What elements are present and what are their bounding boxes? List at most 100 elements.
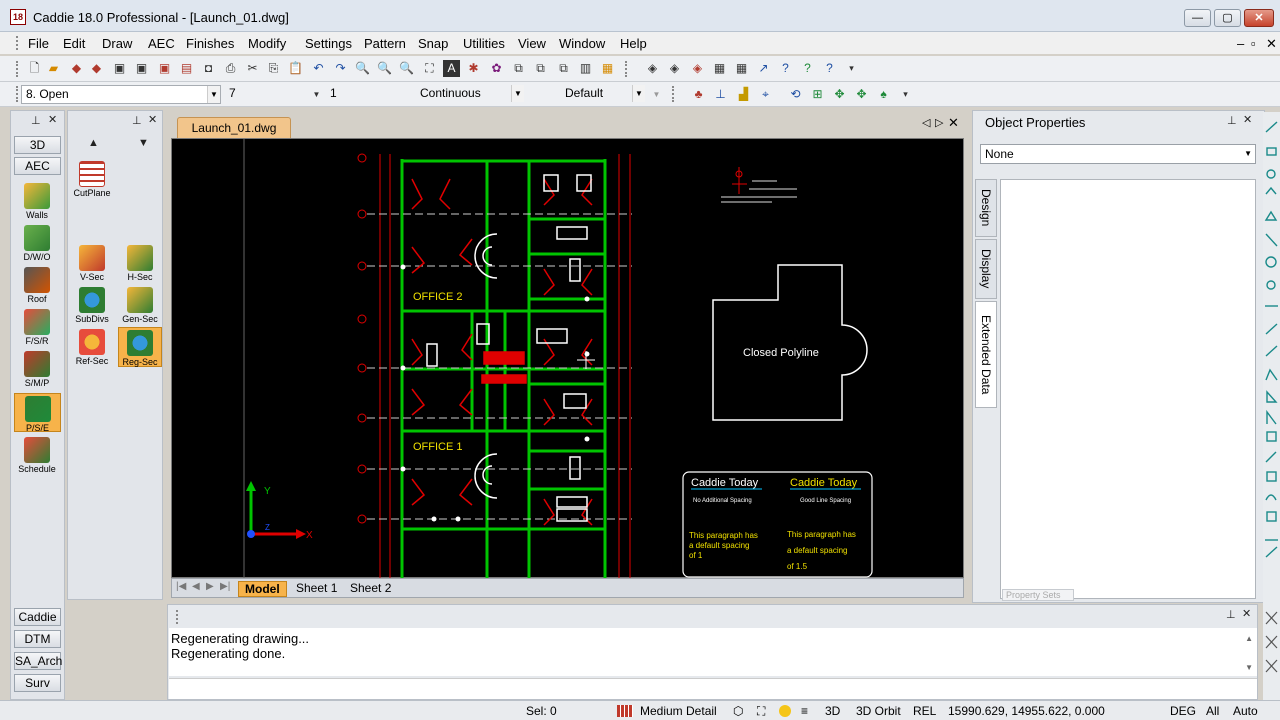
close-icon[interactable]: ✕ [148,113,157,126]
print-preview-icon[interactable]: ◘ [200,60,217,77]
style-select[interactable]: Default ▼ [561,85,645,104]
command-input[interactable] [169,678,1257,699]
tab-sheet-2[interactable]: Sheet 2 [344,581,397,597]
zoom-extents-icon[interactable]: ⛶ [421,60,438,77]
pan-icon[interactable]: ✥ [831,86,848,103]
tab-caddie[interactable]: Caddie [14,608,61,626]
close-icon[interactable]: ✕ [1243,113,1252,126]
selection-select[interactable]: None ▼ [980,144,1256,164]
menu-snap[interactable]: Snap [418,36,448,51]
tool-gen-sec[interactable]: Gen-Sec [120,287,160,324]
tab-sa-arch[interactable]: SA_Arch [14,652,62,670]
layer-manager-icon[interactable]: ✿ [488,60,505,77]
menu-view[interactable]: View [518,36,546,51]
tool-dwo[interactable]: D/W/O [17,225,57,262]
tree-icon[interactable]: ♠ [875,86,892,103]
linetype-select[interactable]: Continuous ▼ [416,85,524,104]
layer-off-icon[interactable]: ✱ [465,60,482,77]
sheet-last-icon[interactable]: ▶| [220,581,230,592]
detail-level-button[interactable]: Medium Detail [640,704,717,718]
tool-ref-sec[interactable]: Ref-Sec [72,329,112,366]
drawing-canvas[interactable]: OFFICE 2 OFFICE 1 Closed Polyline Caddie… [171,138,964,579]
layer-filter-button[interactable]: All [1206,704,1219,718]
redo-icon[interactable]: ↷ [332,60,349,77]
chevron-down-icon[interactable]: ▼ [511,85,524,102]
toolbar-overflow-icon[interactable]: ▾ [897,86,914,103]
tab-scroll-left-icon[interactable]: ◁ [922,116,930,129]
tool-reg-sec[interactable]: Reg-Sec [118,327,162,367]
menu-modify[interactable]: Modify [248,36,286,51]
save-icon[interactable]: ▣ [111,60,128,77]
menu-pattern[interactable]: Pattern [364,36,406,51]
toolbar-grip[interactable] [16,61,19,77]
document-close-icon[interactable]: ✕ [948,115,959,131]
solid-icon[interactable]: ◈ [689,60,706,77]
menu-file[interactable]: File [28,36,49,51]
document-tab[interactable]: Launch_01.dwg [177,117,291,138]
text-icon[interactable]: A [443,60,460,77]
plan-view-icon[interactable]: ⊞ [809,86,826,103]
properties-content[interactable] [1000,179,1256,599]
measure-icon[interactable]: ▟ [735,86,752,103]
tool-roof[interactable]: Roof [17,267,57,304]
tool-pse[interactable]: P/S/E [14,393,61,433]
auto-button[interactable]: Auto [1233,704,1258,718]
print-icon[interactable]: ⎙ [222,60,239,77]
3d-view-icon[interactable]: ◈ [644,60,661,77]
layer-select[interactable]: 8. Open ▼ [21,85,221,104]
app-icon[interactable]: 18 [10,9,26,25]
match-properties-icon[interactable]: ▥ [577,60,594,77]
group-icon[interactable]: ⧉ [532,60,549,77]
tab-sheet-1[interactable]: Sheet 1 [290,581,343,597]
tab-dtm[interactable]: DTM [14,630,61,648]
orbit-icon[interactable]: ⟲ [787,86,804,103]
mdi-restore-button[interactable]: ▫ [1251,36,1256,51]
tab-display[interactable]: Display [975,239,997,299]
sheet-first-icon[interactable]: |◀ [176,581,186,592]
tool-v-sec[interactable]: V-Sec [72,245,112,282]
toolbar3-grip[interactable] [672,86,675,102]
tab-aec[interactable]: AEC [14,157,61,175]
tool-smp[interactable]: S/M/P [17,351,57,388]
zoom-icon[interactable]: 🔍 [354,60,371,77]
cut-icon[interactable]: ✂ [244,60,261,77]
ungroup-icon[interactable]: ⧉ [555,60,572,77]
pin-icon[interactable]: ⊥ [1226,608,1236,621]
pin-icon[interactable]: ⊥ [31,114,41,127]
tab-model[interactable]: Model [238,581,287,597]
tool-subdivs[interactable]: SubDivs [72,287,112,324]
menu-utilities[interactable]: Utilities [463,36,505,51]
zoom-in-icon[interactable]: 🔍 [376,60,393,77]
relative-mode-button[interactable]: REL [913,704,936,718]
paste-icon[interactable]: 📋 [287,60,304,77]
mdi-close-button[interactable]: ✕ [1266,36,1277,52]
tool-walls[interactable]: Walls [17,183,57,220]
close-icon[interactable]: ✕ [1242,607,1251,620]
menu-draw[interactable]: Draw [102,36,132,51]
ucs-icon[interactable]: ⌖ [757,86,774,103]
pin-icon[interactable]: ⊥ [132,114,142,127]
command-grip[interactable] [176,610,179,624]
chevron-down-icon[interactable]: ▼ [207,86,220,103]
sheet-prev-icon[interactable]: ◀ [192,581,200,592]
tab-extended-data[interactable]: Extended Data [975,301,997,408]
tab-design[interactable]: Design [975,179,997,237]
tool-schedule[interactable]: Schedule [17,437,57,474]
closed-polyline[interactable] [712,264,868,421]
open-drawing-icon[interactable]: ◆ [68,60,85,77]
snap-icon[interactable]: ✥ [853,86,870,103]
copy-icon[interactable]: ⎘ [265,60,282,77]
light-icon[interactable] [779,705,791,717]
lineweight-select[interactable]: 1 [326,85,346,104]
chevron-down-icon[interactable]: ▼ [308,86,325,103]
command-history[interactable]: Regenerating drawing... Regenerating don… [169,628,1257,676]
help-context-icon[interactable]: ? [777,60,794,77]
insert-icon[interactable]: ◆ [88,60,105,77]
toolbar2-grip[interactable] [16,86,19,102]
snap-grid-icon[interactable]: ⛶ [757,704,765,719]
menu-grip[interactable] [16,36,19,50]
what-is-icon[interactable]: ↗ [755,60,772,77]
color-select[interactable]: 7 [225,85,250,104]
chevron-down-icon[interactable]: ▼ [648,86,665,103]
tab-3d[interactable]: 3D [14,136,61,154]
